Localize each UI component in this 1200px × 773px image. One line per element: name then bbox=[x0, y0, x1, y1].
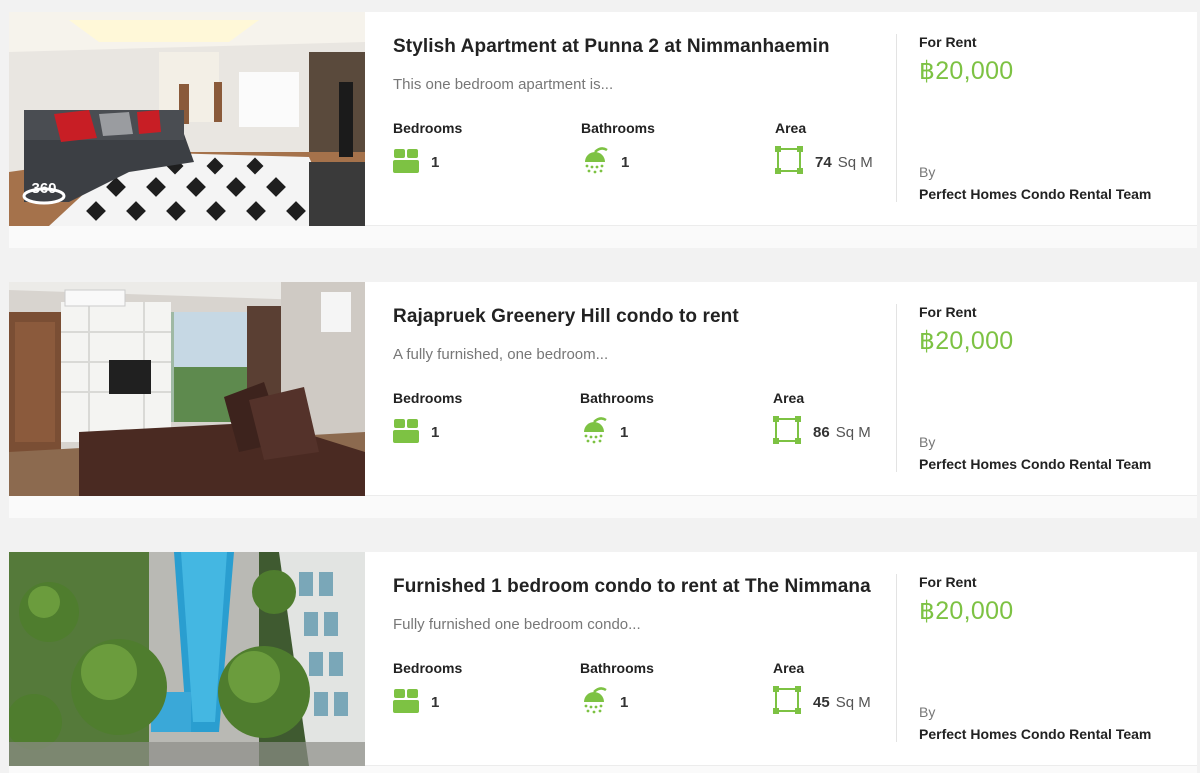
listing-price: ฿20,000 bbox=[919, 597, 1014, 625]
bathrooms-value: 1 bbox=[620, 693, 629, 711]
listing-photo[interactable] bbox=[9, 552, 365, 766]
agent-name-link[interactable]: Perfect Homes Condo Rental Team bbox=[919, 456, 1151, 472]
listing-excerpt: A fully furnished, one bedroom... bbox=[393, 346, 609, 363]
bedrooms-label: Bedrooms bbox=[393, 660, 463, 676]
listing-card-body: Rajapruek Greenery Hill condo to rent A … bbox=[9, 282, 1197, 496]
price-box: For Rent ฿20,000 By Perfect Homes Condo … bbox=[919, 12, 1189, 226]
bed-icon bbox=[393, 147, 419, 178]
bathrooms-label: Bathrooms bbox=[581, 120, 655, 136]
bathrooms-feature: Bathrooms 1 bbox=[581, 120, 761, 180]
shower-icon bbox=[580, 416, 608, 449]
listing-card: Rajapruek Greenery Hill condo to rent A … bbox=[9, 282, 1197, 518]
bathrooms-label: Bathrooms bbox=[580, 390, 654, 406]
bed-icon bbox=[393, 687, 419, 718]
bathrooms-value: 1 bbox=[621, 153, 630, 171]
price-box: For Rent ฿20,000 By Perfect Homes Condo … bbox=[919, 552, 1189, 766]
listing-excerpt: This one bedroom apartment is... bbox=[393, 76, 614, 93]
area-value: 86 bbox=[813, 423, 830, 441]
by-label: By bbox=[919, 434, 936, 450]
listing-title[interactable]: Furnished 1 bedroom condo to rent at The… bbox=[393, 576, 893, 598]
listing-price: ฿20,000 bbox=[919, 327, 1014, 355]
bedrooms-feature: Bedrooms 1 bbox=[393, 660, 573, 720]
price-box: For Rent ฿20,000 By Perfect Homes Condo … bbox=[919, 282, 1189, 496]
bedrooms-value: 1 bbox=[431, 153, 440, 171]
listing-card-body: 360 Stylish Apartment at Punna 2 at Nimm… bbox=[9, 12, 1197, 226]
listing-card: 360 Stylish Apartment at Punna 2 at Nimm… bbox=[9, 12, 1197, 248]
listing-info: Rajapruek Greenery Hill condo to rent A … bbox=[393, 282, 893, 496]
listing-status: For Rent bbox=[919, 34, 977, 50]
listing-title[interactable]: Stylish Apartment at Punna 2 at Nimmanha… bbox=[393, 36, 893, 58]
shower-icon bbox=[580, 686, 608, 719]
listing-title[interactable]: Rajapruek Greenery Hill condo to rent bbox=[393, 306, 893, 328]
panorama-360-icon[interactable]: 360 bbox=[21, 176, 67, 208]
area-unit: Sq M bbox=[837, 153, 873, 171]
bathrooms-value: 1 bbox=[620, 423, 629, 441]
vertical-divider bbox=[896, 574, 897, 742]
listing-price: ฿20,000 bbox=[919, 57, 1014, 85]
listing-status: For Rent bbox=[919, 574, 977, 590]
vertical-divider bbox=[896, 304, 897, 472]
bathrooms-feature: Bathrooms 1 bbox=[580, 660, 760, 720]
listing-card-footer bbox=[9, 766, 1197, 773]
aerial-pool-photo bbox=[9, 552, 365, 766]
bedrooms-label: Bedrooms bbox=[393, 120, 463, 136]
area-value: 74 bbox=[815, 153, 832, 171]
shower-icon bbox=[581, 146, 609, 179]
panorama-360-label: 360 bbox=[31, 180, 56, 197]
listing-photo[interactable] bbox=[9, 282, 365, 496]
bathrooms-feature: Bathrooms 1 bbox=[580, 390, 760, 450]
by-label: By bbox=[919, 164, 936, 180]
bedrooms-feature: Bedrooms 1 bbox=[393, 120, 573, 180]
area-icon bbox=[773, 685, 801, 719]
area-unit: Sq M bbox=[835, 693, 871, 711]
area-unit: Sq M bbox=[835, 423, 871, 441]
listing-status: For Rent bbox=[919, 304, 977, 320]
listing-excerpt: Fully furnished one bedroom condo... bbox=[393, 616, 641, 633]
area-icon bbox=[775, 145, 803, 179]
area-icon bbox=[773, 415, 801, 449]
agent-name-link[interactable]: Perfect Homes Condo Rental Team bbox=[919, 726, 1151, 742]
listing-card-footer bbox=[9, 496, 1197, 518]
bathrooms-label: Bathrooms bbox=[580, 660, 654, 676]
listing-info: Stylish Apartment at Punna 2 at Nimmanha… bbox=[393, 12, 893, 226]
area-value: 45 bbox=[813, 693, 830, 711]
agent-name-link[interactable]: Perfect Homes Condo Rental Team bbox=[919, 186, 1151, 202]
bed-icon bbox=[393, 417, 419, 448]
living-room-photo bbox=[9, 282, 365, 496]
bedrooms-value: 1 bbox=[431, 693, 440, 711]
bedrooms-label: Bedrooms bbox=[393, 390, 463, 406]
by-label: By bbox=[919, 704, 936, 720]
listing-card-body: Furnished 1 bedroom condo to rent at The… bbox=[9, 552, 1197, 766]
listing-info: Furnished 1 bedroom condo to rent at The… bbox=[393, 552, 893, 766]
listing-card-footer bbox=[9, 226, 1197, 248]
bedrooms-feature: Bedrooms 1 bbox=[393, 390, 573, 450]
listing-photo[interactable]: 360 bbox=[9, 12, 365, 226]
listing-card: Furnished 1 bedroom condo to rent at The… bbox=[9, 552, 1197, 773]
vertical-divider bbox=[896, 34, 897, 202]
listing-list: 360 Stylish Apartment at Punna 2 at Nimm… bbox=[0, 0, 1200, 773]
bedrooms-value: 1 bbox=[431, 423, 440, 441]
